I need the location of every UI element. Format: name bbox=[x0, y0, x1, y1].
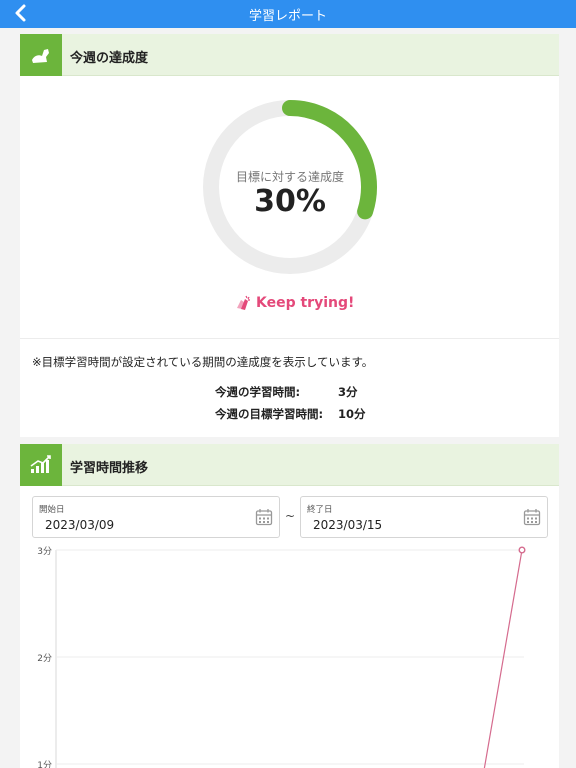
gauge-caption: 目標に対する達成度 bbox=[235, 170, 344, 184]
goal-time-label: 今週の目標学習時間: bbox=[215, 407, 324, 421]
y-tick-label: 1分 bbox=[37, 760, 52, 768]
y-tick-label: 2分 bbox=[37, 653, 52, 664]
data-point bbox=[518, 546, 526, 554]
y-tick-label: 3分 bbox=[37, 546, 52, 557]
growth-chart-icon bbox=[30, 455, 51, 473]
header-icon-box bbox=[20, 34, 62, 76]
end-date-value: 2023/03/15 bbox=[313, 518, 383, 532]
study-time-value: 3分 bbox=[338, 385, 358, 399]
flexed-arm-icon bbox=[32, 49, 49, 63]
clapping-hands-icon bbox=[237, 295, 250, 310]
weekly-card-title: 今週の達成度 bbox=[70, 51, 149, 66]
trend-card-title: 学習時間推移 bbox=[70, 461, 149, 476]
weekly-achievement-card: 今週の達成度 目標に対する達成度 30% Keep trying! ※目標学習時… bbox=[20, 34, 559, 437]
start-date-field[interactable]: 開始日 2023/03/09 bbox=[32, 496, 280, 538]
end-date-label: 終了日 bbox=[307, 505, 333, 515]
achievement-percent: 30% bbox=[254, 184, 326, 219]
start-date-label: 開始日 bbox=[39, 505, 65, 515]
divider bbox=[20, 338, 559, 339]
end-date-field[interactable]: 終了日 2023/03/15 bbox=[300, 496, 548, 538]
weekly-card-header: 今週の達成度 bbox=[20, 34, 559, 76]
goal-time-value: 10分 bbox=[338, 407, 366, 421]
trend-card-header: 学習時間推移 bbox=[20, 444, 559, 486]
page-title: 学習レポート bbox=[248, 9, 327, 24]
start-date-value: 2023/03/09 bbox=[45, 518, 115, 532]
calendar-icon[interactable] bbox=[523, 508, 541, 526]
calendar-icon[interactable] bbox=[255, 508, 273, 526]
date-range-separator: ~ bbox=[285, 509, 296, 523]
series-line bbox=[483, 549, 523, 768]
cheer-message: Keep trying! bbox=[228, 292, 368, 314]
cheer-text: Keep trying! bbox=[256, 295, 355, 311]
nav-bar: 学習レポート bbox=[0, 0, 576, 28]
study-time-chart: 3分 2分 1分 bbox=[37, 546, 526, 768]
header-icon-box bbox=[20, 444, 62, 486]
study-time-label: 今週の学習時間: bbox=[215, 385, 301, 399]
achievement-note: ※目標学習時間が設定されている期間の達成度を表示しています。 bbox=[32, 355, 374, 369]
study-trend-card: 学習時間推移 開始日 2023/03/09 ~ 終了日 2023/03/15 3… bbox=[20, 444, 559, 768]
